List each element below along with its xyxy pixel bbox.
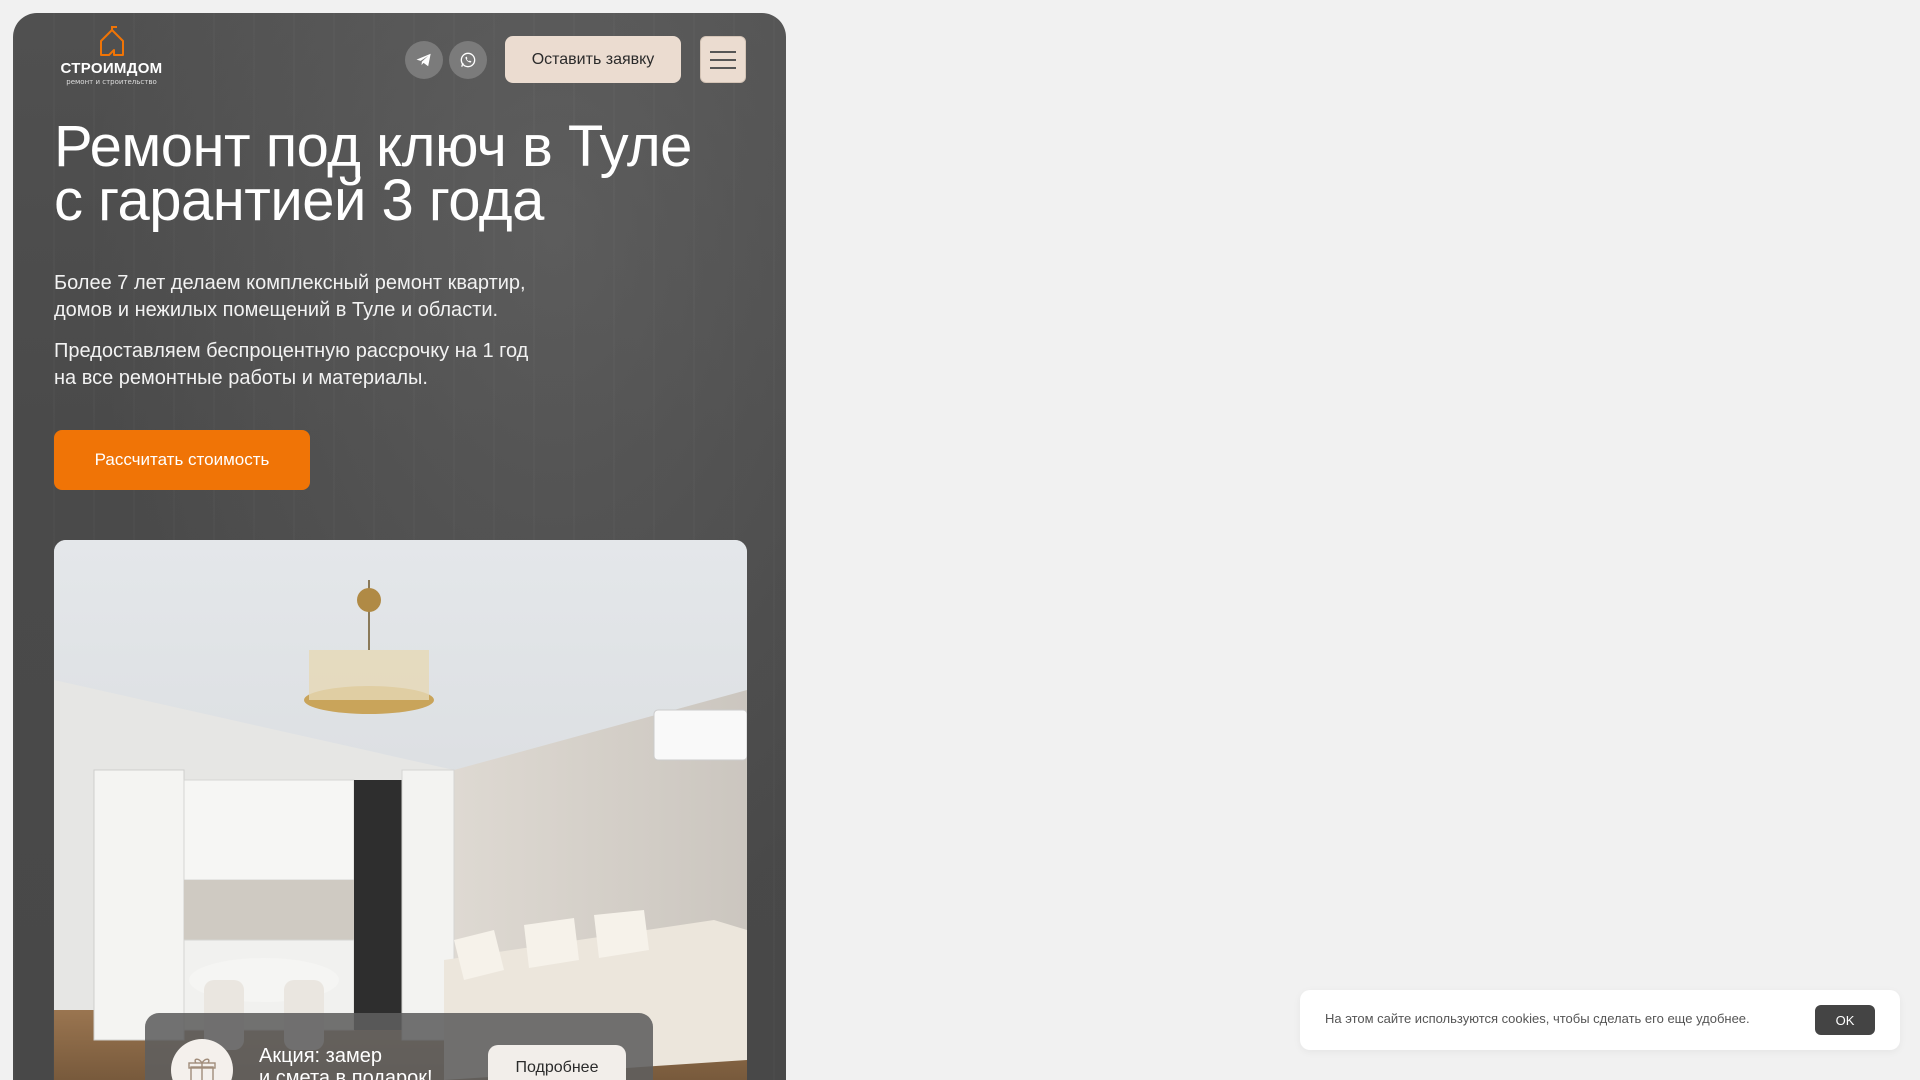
promo-text: Акция: замер и смета в подарок! bbox=[259, 1045, 449, 1080]
lead-1-line-1: Более 7 лет делаем комплексный ремонт кв… bbox=[54, 272, 526, 294]
cookie-ok-button[interactable]: OK bbox=[1815, 1005, 1875, 1035]
logo-tagline: ремонт и строительство bbox=[66, 78, 157, 86]
telegram-icon bbox=[416, 53, 431, 67]
whatsapp-link[interactable] bbox=[449, 41, 487, 79]
site-header: СТРОИМДОМ ремонт и строительство Оставит… bbox=[13, 13, 786, 103]
house-logo-icon bbox=[99, 26, 124, 56]
lead-1-line-2: домов и нежилых помещений в Туле и облас… bbox=[54, 299, 499, 321]
calculate-cost-button[interactable]: Рассчитать стоимость bbox=[54, 430, 310, 490]
menu-line bbox=[710, 66, 736, 69]
telegram-link[interactable] bbox=[405, 41, 443, 79]
menu-line bbox=[710, 50, 736, 53]
whatsapp-icon bbox=[460, 52, 476, 68]
title-line-2: с гарантией 3 года bbox=[54, 168, 544, 233]
menu-line bbox=[710, 58, 736, 61]
page-title: Ремонт под ключ в Туле с гарантией 3 год… bbox=[54, 118, 754, 230]
interior-illustration bbox=[54, 540, 747, 1080]
promo-text-line-2: и смета в подарок! bbox=[259, 1067, 433, 1080]
gift-icon-wrap bbox=[171, 1039, 233, 1080]
hero-section: СТРОИМДОМ ремонт и строительство Оставит… bbox=[13, 13, 786, 1080]
promo-banner: Акция: замер и смета в подарок! Подробне… bbox=[145, 1013, 653, 1080]
logo-name: СТРОИМДОМ bbox=[60, 60, 163, 77]
promo-text-line-1: Акция: замер bbox=[259, 1045, 382, 1067]
hamburger-menu-button[interactable] bbox=[700, 36, 746, 83]
lead-paragraph-experience: Более 7 лет делаем комплексный ремонт кв… bbox=[54, 270, 614, 324]
cookie-banner: На этом сайте используются cookies, чтоб… bbox=[1300, 990, 1900, 1050]
cookie-text: На этом сайте используются cookies, чтоб… bbox=[1325, 1011, 1750, 1026]
promo-more-button[interactable]: Подробнее bbox=[488, 1045, 626, 1080]
gift-icon bbox=[188, 1058, 216, 1080]
lead-paragraph-installment: Предоставляем беспроцентную рассрочку на… bbox=[54, 338, 614, 392]
lead-2-line-1: Предоставляем беспроцентную рассрочку на… bbox=[54, 340, 529, 362]
request-button[interactable]: Оставить заявку bbox=[505, 36, 681, 83]
interior-photo bbox=[54, 540, 747, 1080]
lead-2-line-2: на все ремонтные работы и материалы. bbox=[54, 367, 428, 389]
site-logo[interactable]: СТРОИМДОМ ремонт и строительство bbox=[54, 25, 169, 105]
